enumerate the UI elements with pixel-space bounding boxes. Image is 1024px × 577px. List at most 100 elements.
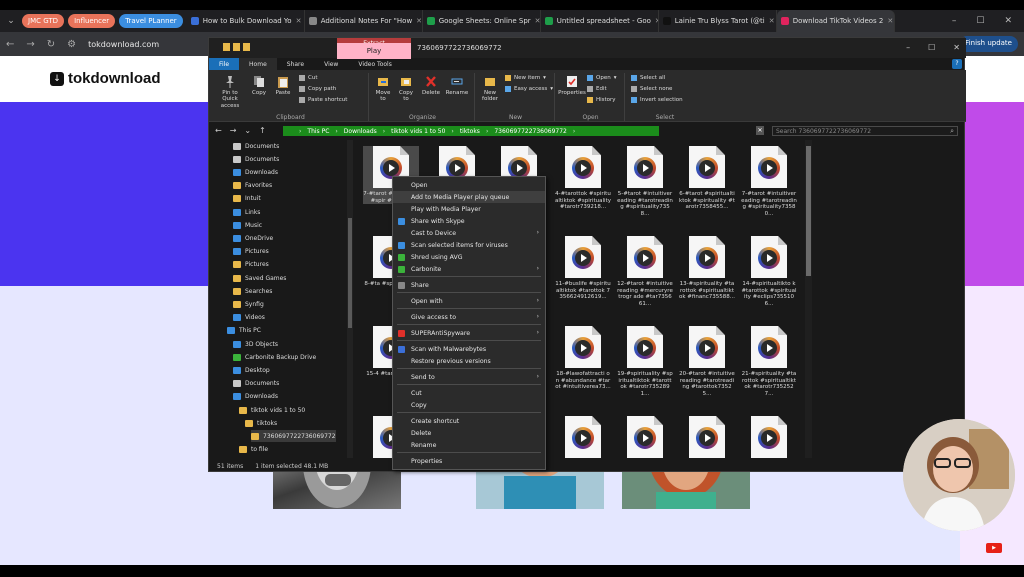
explorer-search-input[interactable]: Search 7360697722736069772 ⌕ — [772, 126, 958, 136]
menu-item-scan-with-malwarebytes[interactable]: Scan with Malwarebytes — [393, 343, 545, 355]
open-button[interactable]: Open ▾ — [587, 75, 616, 81]
path-separator-icon[interactable]: › — [451, 128, 453, 135]
close-icon[interactable]: ✕ — [1004, 16, 1012, 26]
back-arrow-icon[interactable]: ← — [215, 126, 222, 135]
ribbon-tab-play[interactable]: Play — [337, 43, 411, 59]
explorer-address-bar[interactable]: › This PC › Downloads › tiktok vids 1 to 50 › t… — [283, 126, 659, 136]
forward-arrow-icon[interactable]: → — [26, 39, 34, 50]
path-segment[interactable]: tiktoks — [460, 128, 480, 135]
path-separator-icon[interactable]: › — [299, 128, 301, 135]
browser-tab[interactable]: Untitled spreadsheet - Goo✕ — [541, 10, 659, 32]
nav-item[interactable]: Downloads — [233, 166, 278, 178]
menu-item-share-with-skype[interactable]: Share with Skype — [393, 215, 545, 227]
menu-item-scan-selected-items-for-viruses[interactable]: Scan selected items for viruses — [393, 239, 545, 251]
path-separator-icon[interactable]: › — [486, 128, 488, 135]
video-file[interactable]: 7-#tarot #intuitivereading #tarotreading… — [741, 146, 797, 217]
path-segment[interactable]: tiktok vids 1 to 50 — [391, 128, 445, 135]
ribbon-tab-video-tools[interactable]: Video Tools — [348, 58, 402, 70]
video-file[interactable]: 6-#tarot #spiritualtiktok #spirituality … — [679, 146, 735, 211]
close-tab-icon[interactable]: ✕ — [535, 17, 540, 25]
folder-icon[interactable] — [223, 43, 230, 51]
video-file[interactable]: 11-#buslife #spiritualtiktok #tarottok 7… — [555, 236, 611, 301]
browser-tab[interactable]: How to Bulk Download Yo ✕ — [187, 10, 305, 32]
nav-item[interactable]: Desktop — [233, 364, 270, 376]
video-file[interactable] — [741, 416, 797, 461]
nav-item[interactable]: Links — [233, 206, 260, 218]
browser-tab[interactable]: Download TikTok Videos 2 ✕ — [776, 10, 895, 32]
tab-group[interactable]: Travel PLanner — [119, 14, 183, 28]
browser-tab[interactable]: Lainie Tru Blyss Tarot (@ti ✕ — [659, 10, 777, 32]
video-file[interactable]: 21-#spirituality #tarottok #spiritualtik… — [741, 326, 797, 397]
properties-icon[interactable] — [233, 43, 240, 51]
browser-tab[interactable]: Google Sheets: Online Spr ✕ — [423, 10, 541, 32]
video-file[interactable] — [679, 416, 735, 461]
menu-item-copy[interactable]: Copy — [393, 399, 545, 411]
menu-item-cut[interactable]: Cut — [393, 387, 545, 399]
nav-item[interactable]: Downloads — [233, 391, 278, 403]
nav-item[interactable]: Intuit — [233, 193, 261, 205]
video-file[interactable]: 4-#tarottok #spiritualtiktok #spirituali… — [555, 146, 611, 211]
menu-item-give-access-to[interactable]: Give access to › — [393, 311, 545, 323]
tab-group[interactable]: JMC GTD — [22, 14, 65, 28]
recent-locations-icon[interactable]: ⌄ — [244, 126, 251, 135]
select-none-button[interactable]: Select none — [631, 86, 672, 92]
video-file[interactable]: 13-#spirituality #tarottok #spiritualtik… — [679, 236, 735, 301]
path-segment[interactable]: 7360697722736069772 — [494, 128, 567, 135]
nav-item[interactable]: Synfig — [233, 298, 264, 310]
file-list-scrollbar[interactable] — [805, 140, 812, 458]
select-all-button[interactable]: Select all — [631, 75, 665, 81]
nav-item[interactable]: 3D Objects — [233, 338, 278, 350]
nav-item[interactable]: Documents — [233, 378, 279, 390]
close-tab-icon[interactable]: ✕ — [769, 17, 775, 25]
reload-icon[interactable]: ↻ — [47, 39, 55, 50]
ribbon-tab-home[interactable]: Home — [239, 58, 277, 70]
menu-item-restore-previous-versions[interactable]: Restore previous versions — [393, 355, 545, 367]
help-icon[interactable]: ? — [952, 59, 962, 69]
minimize-icon[interactable]: – — [952, 16, 957, 26]
nav-item[interactable]: tiktoks — [245, 417, 277, 429]
nav-item[interactable]: Favorites — [233, 180, 272, 192]
nav-item[interactable]: 7360697722736069772 — [251, 430, 336, 443]
menu-item-share[interactable]: Share — [393, 279, 545, 291]
menu-item-play-with-media-player[interactable]: Play with Media Player — [393, 203, 545, 215]
menu-item-rename[interactable]: Rename — [393, 439, 545, 451]
copy-to-button[interactable]: Copy to — [396, 75, 416, 103]
invert-selection-button[interactable]: Invert selection — [631, 97, 683, 103]
new-item-button[interactable]: New item ▾ — [505, 75, 546, 81]
nav-item[interactable]: Pictures — [233, 259, 269, 271]
nav-item[interactable]: to file — [239, 444, 268, 456]
cut-button[interactable]: Cut — [299, 75, 317, 81]
nav-item[interactable]: Searches — [233, 285, 272, 297]
ribbon-tab-file[interactable]: File — [209, 58, 240, 70]
ribbon-tab-view[interactable]: View — [314, 58, 348, 70]
menu-item-add-to-media-player-play-queue[interactable]: Add to Media Player play queue — [393, 191, 545, 203]
path-separator-icon[interactable]: › — [573, 128, 575, 135]
maximize-icon[interactable]: ☐ — [976, 16, 984, 26]
delete-button[interactable]: Delete — [421, 75, 441, 96]
forward-arrow-icon[interactable]: → — [230, 126, 237, 135]
properties-button[interactable]: Properties — [558, 75, 586, 96]
new-folder-button[interactable]: New folder — [479, 75, 501, 103]
paste-shortcut-button[interactable]: Paste shortcut — [299, 97, 347, 103]
path-separator-icon[interactable]: › — [383, 128, 385, 135]
video-file[interactable]: 5-#tarot #intuitivereading #tarotreading… — [617, 146, 673, 217]
video-file[interactable] — [555, 416, 611, 461]
scrollbar-thumb[interactable] — [806, 146, 811, 276]
video-file[interactable]: 18-#lawofattracti on #abundance #tarot #… — [555, 326, 611, 391]
video-file[interactable]: 19-#spirituality #spiritualtiktok #tarot… — [617, 326, 673, 397]
tab-group[interactable]: Influencer — [68, 14, 116, 28]
menu-item-properties[interactable]: Properties — [393, 455, 545, 467]
nav-item[interactable]: tiktok vids 1 to 50 — [239, 404, 305, 416]
close-icon[interactable]: ✕ — [953, 43, 960, 52]
tab-search-icon[interactable]: ⌄ — [4, 16, 18, 26]
clear-address-icon[interactable]: ✕ — [756, 126, 764, 135]
nav-item[interactable]: Documents — [233, 140, 279, 152]
navigation-pane-scrollbar[interactable] — [347, 140, 353, 458]
paste-button[interactable]: Paste — [273, 75, 293, 96]
close-tab-icon[interactable]: ✕ — [887, 17, 893, 25]
nav-item[interactable]: Videos — [233, 312, 265, 324]
history-button[interactable]: History — [587, 97, 616, 103]
copy-button[interactable]: Copy — [249, 75, 269, 96]
up-arrow-icon[interactable]: ↑ — [259, 126, 266, 135]
ribbon-tab-share[interactable]: Share — [277, 58, 314, 70]
